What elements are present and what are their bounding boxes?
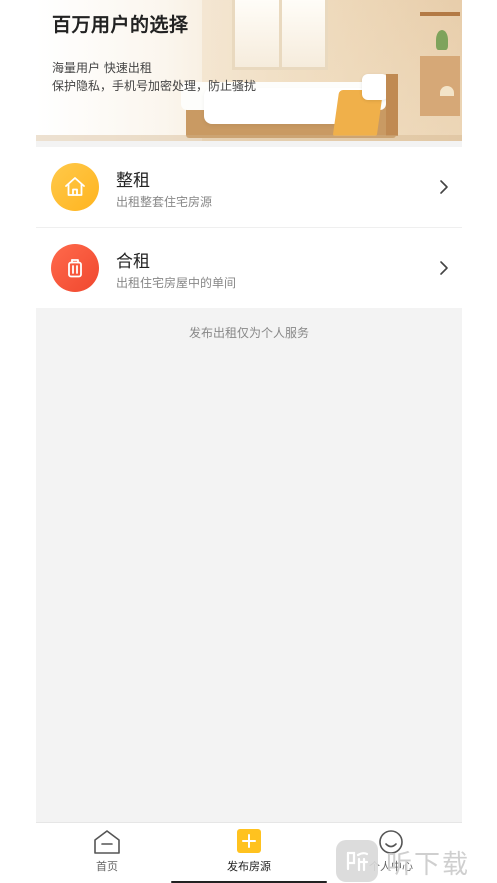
banner-privacy-note: 保护隐私，手机号加密处理，防止骚扰 xyxy=(52,79,257,93)
luggage-icon xyxy=(51,244,99,292)
option-shared-rent[interactable]: 合租 出租住宅房屋中的单间 xyxy=(36,228,462,308)
house-icon xyxy=(51,163,99,211)
chevron-right-icon xyxy=(440,180,448,194)
banner-window xyxy=(232,0,328,70)
tab-home-label: 首页 xyxy=(96,860,118,873)
watermark-logo-icon xyxy=(336,840,378,882)
promo-banner: 百万用户的选择 海量用户 快速出租 保护隐私，手机号加密处理，防止骚扰 xyxy=(36,0,462,141)
chevron-right-icon xyxy=(440,261,448,275)
app-frame: 百万用户的选择 海量用户 快速出租 保护隐私，手机号加密处理，防止骚扰 整租 出… xyxy=(36,0,462,883)
banner-lamp xyxy=(440,86,454,96)
service-notice: 发布出租仅为个人服务 xyxy=(188,326,309,340)
option-subtitle: 出租住宅房屋中的单间 xyxy=(116,276,237,290)
banner-pillow xyxy=(362,74,388,100)
option-title: 整租 xyxy=(116,171,150,191)
option-subtitle: 出租整套住宅房源 xyxy=(116,195,213,209)
tab-home[interactable]: 首页 xyxy=(36,823,178,883)
option-title: 合租 xyxy=(116,252,150,272)
content-area: 发布出租仅为个人服务 xyxy=(36,308,462,822)
banner-plant xyxy=(436,30,448,50)
tab-publish-label: 发布房源 xyxy=(227,860,271,873)
watermark: 听下载 xyxy=(336,840,496,882)
option-whole-rent[interactable]: 整租 出租整套住宅房源 xyxy=(36,147,462,227)
tab-publish[interactable]: 发布房源 xyxy=(178,823,320,883)
home-tab-icon xyxy=(94,830,120,854)
banner-cabinet xyxy=(420,56,460,116)
banner-shelf xyxy=(420,12,460,16)
banner-title: 百万用户的选择 xyxy=(52,14,189,36)
banner-tagline: 海量用户 快速出租 xyxy=(52,61,152,75)
plus-icon xyxy=(237,829,261,853)
banner-headboard xyxy=(386,74,398,136)
watermark-text: 听下载 xyxy=(386,850,471,880)
